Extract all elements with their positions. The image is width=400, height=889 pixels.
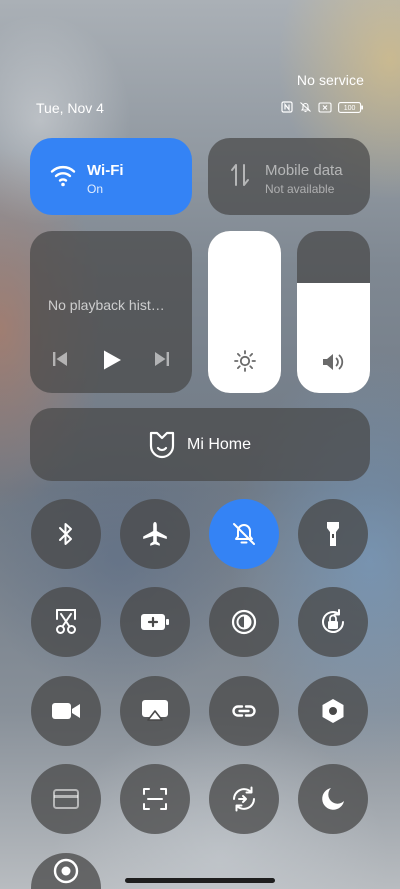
mi-home-button[interactable]: Mi Home bbox=[30, 408, 370, 481]
mi-home-label: Mi Home bbox=[186, 435, 251, 453]
battery-level: 100 bbox=[344, 105, 356, 112]
mi-home-icon bbox=[149, 431, 175, 458]
moon-icon bbox=[322, 788, 344, 810]
link-toggle[interactable] bbox=[209, 676, 279, 746]
link-icon bbox=[232, 705, 256, 717]
play-icon[interactable] bbox=[102, 349, 122, 371]
scan-icon bbox=[143, 788, 167, 810]
carrier-status: No service bbox=[296, 72, 364, 88]
volume-level-fill bbox=[297, 282, 370, 393]
card-toggle[interactable] bbox=[31, 764, 101, 834]
media-status-text: No playback hist… bbox=[48, 297, 165, 313]
video-camera-icon bbox=[52, 703, 80, 719]
brightness-icon bbox=[233, 350, 256, 372]
scanner-toggle[interactable] bbox=[120, 764, 190, 834]
volume-slider[interactable] bbox=[297, 231, 370, 393]
flashlight-toggle[interactable] bbox=[298, 499, 368, 569]
bluetooth-toggle[interactable] bbox=[31, 499, 101, 569]
dark-mode-toggle[interactable] bbox=[209, 587, 279, 657]
mobile-data-status: Not available bbox=[265, 182, 335, 196]
home-indicator[interactable] bbox=[125, 878, 275, 883]
airplane-mode-toggle[interactable] bbox=[120, 499, 190, 569]
night-mode-toggle[interactable] bbox=[298, 764, 368, 834]
notifications-off-icon bbox=[300, 102, 311, 113]
location-icon bbox=[53, 858, 79, 884]
media-player-tile[interactable]: No playback hist… bbox=[30, 231, 192, 393]
mi-home-content: Mi Home bbox=[30, 408, 370, 481]
brightness-slider[interactable] bbox=[208, 231, 281, 393]
rotation-lock-icon bbox=[322, 609, 344, 633]
hexagon-settings-icon bbox=[322, 699, 344, 723]
bell-off-icon bbox=[233, 523, 255, 545]
silent-mode-toggle[interactable] bbox=[209, 499, 279, 569]
card-icon bbox=[53, 789, 79, 809]
flashlight-icon bbox=[327, 522, 339, 546]
airplane-icon bbox=[143, 522, 167, 546]
sync-toggle[interactable] bbox=[209, 764, 279, 834]
mobile-data-tile[interactable]: Mobile data Not available bbox=[208, 138, 370, 215]
wifi-status: On bbox=[87, 182, 104, 196]
nfc-icon bbox=[281, 101, 293, 113]
battery-icon: 100 bbox=[338, 101, 363, 113]
wifi-tile[interactable]: Wi-Fi On bbox=[30, 138, 192, 215]
screenshot-toggle[interactable] bbox=[31, 587, 101, 657]
volume-icon bbox=[322, 354, 343, 370]
cast-icon bbox=[142, 700, 168, 721]
rotation-lock-toggle[interactable] bbox=[298, 587, 368, 657]
sync-icon bbox=[233, 786, 255, 812]
battery-plus-icon bbox=[141, 614, 169, 630]
battery-saver-toggle[interactable] bbox=[120, 587, 190, 657]
wifi-title: Wi-Fi bbox=[87, 162, 124, 179]
no-sim-icon bbox=[318, 101, 332, 113]
next-icon[interactable] bbox=[154, 349, 170, 369]
mobile-data-title: Mobile data bbox=[265, 162, 343, 179]
mobile-data-icon bbox=[231, 164, 249, 186]
screen-recorder-toggle[interactable] bbox=[31, 676, 101, 746]
cast-toggle[interactable] bbox=[120, 676, 190, 746]
settings-toggle[interactable] bbox=[298, 676, 368, 746]
date-label: Tue, Nov 4 bbox=[36, 100, 104, 116]
wifi-icon bbox=[50, 165, 76, 187]
previous-icon[interactable] bbox=[52, 349, 68, 369]
status-icons: 100 bbox=[281, 101, 364, 113]
scissors-icon bbox=[56, 609, 76, 634]
bluetooth-icon bbox=[59, 523, 72, 545]
contrast-icon bbox=[231, 609, 257, 635]
